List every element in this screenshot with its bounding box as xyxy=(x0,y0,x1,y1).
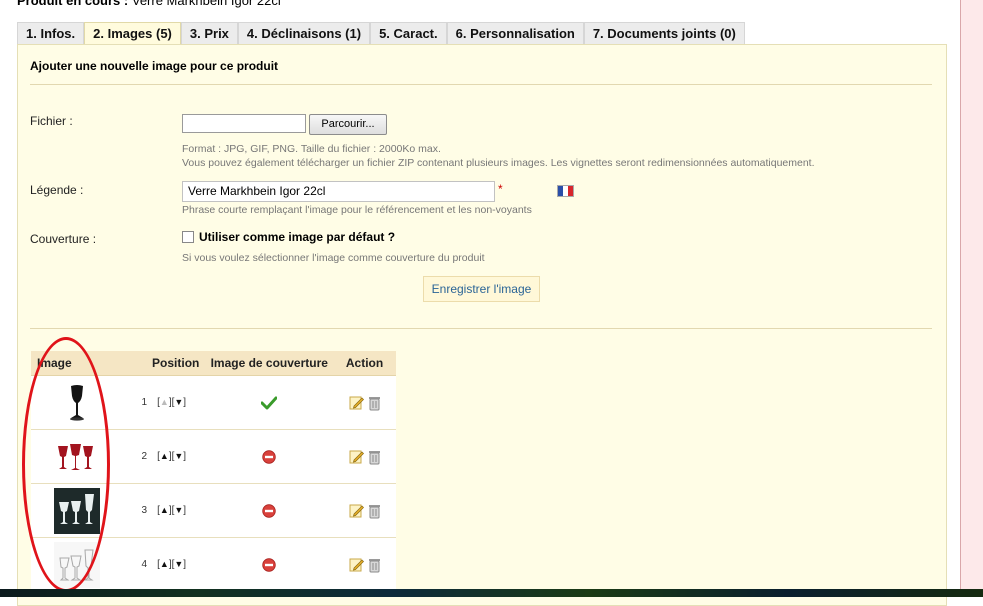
move-up-icon[interactable]: ▲ xyxy=(160,451,169,461)
trash-icon[interactable] xyxy=(368,557,381,573)
bracket: ] xyxy=(183,505,187,516)
pencil-icon[interactable] xyxy=(349,557,364,572)
image-cell xyxy=(31,429,123,484)
section-title: Ajouter une nouvelle image pour ce produ… xyxy=(30,59,279,73)
trash-icon[interactable] xyxy=(368,449,381,465)
header-position: Position xyxy=(122,351,206,376)
tab-caract[interactable]: 5. Caract. xyxy=(370,22,447,44)
legend-input[interactable]: Verre Markhbein Igor 22cl xyxy=(182,181,495,202)
position-number: 1 xyxy=(141,397,148,408)
right-margin-strip xyxy=(960,0,983,597)
images-panel: Ajouter une nouvelle image pour ce produ… xyxy=(17,44,947,606)
move-down-icon[interactable]: ▼ xyxy=(174,451,183,461)
bracket: ] xyxy=(183,397,187,408)
image-cell xyxy=(31,483,123,538)
thumbnail-red-glasses[interactable] xyxy=(53,433,100,480)
thumbnail-black-glass[interactable] xyxy=(53,379,100,426)
image-cell xyxy=(31,537,123,592)
trash-icon[interactable] xyxy=(368,395,381,411)
position-cell: 1 [▲][▼] xyxy=(122,375,206,430)
header-action: Action xyxy=(333,351,396,376)
product-tabs: 1. Infos. 2. Images (5) 3. Prix 4. Décli… xyxy=(17,22,745,45)
legend-label: Légende : xyxy=(30,183,84,197)
position-cell: 3 [▲][▼] xyxy=(122,483,206,538)
move-up-icon[interactable]: ▲ xyxy=(160,505,169,515)
no-entry-icon[interactable] xyxy=(262,558,276,572)
bracket: ] xyxy=(183,451,187,462)
image-cell xyxy=(31,375,123,430)
no-entry-icon[interactable] xyxy=(262,450,276,464)
position-cell: 4 [▲][▼] xyxy=(122,537,206,592)
table-row: 4 [▲][▼] xyxy=(31,537,396,592)
check-icon xyxy=(260,396,278,410)
desktop-background-strip xyxy=(0,589,983,597)
action-cell xyxy=(333,429,396,484)
browse-button[interactable]: Parcourir... xyxy=(309,114,387,135)
flag-fr-icon[interactable] xyxy=(557,185,574,197)
pencil-icon[interactable] xyxy=(349,395,364,410)
tab-declinaisons[interactable]: 4. Déclinaisons (1) xyxy=(237,22,371,44)
required-mark: * xyxy=(498,182,503,196)
tab-prix[interactable]: 3. Prix xyxy=(180,22,238,44)
move-down-icon[interactable]: ▼ xyxy=(174,397,183,407)
table-row: 1 [▲][▼] xyxy=(31,375,396,430)
file-hint-zip: Vous pouvez également télécharger un fic… xyxy=(182,157,815,169)
action-cell xyxy=(333,537,396,592)
current-product-label: Produit en cours : xyxy=(17,0,129,8)
move-up-icon[interactable]: ▲ xyxy=(160,559,169,569)
divider xyxy=(30,328,932,329)
move-down-icon[interactable]: ▼ xyxy=(174,559,183,569)
file-hint-format: Format : JPG, GIF, PNG. Taille du fichie… xyxy=(182,143,441,155)
move-up-icon: ▲ xyxy=(159,397,169,407)
table-row: 2 [▲][▼] xyxy=(31,429,396,484)
images-table: Image Position Image de couverture Actio… xyxy=(31,351,396,592)
position-number: 4 xyxy=(141,559,148,570)
cover-cell xyxy=(205,429,334,484)
tab-images[interactable]: 2. Images (5) xyxy=(84,22,181,45)
tab-infos[interactable]: 1. Infos. xyxy=(17,22,85,44)
divider xyxy=(30,84,932,85)
pencil-icon[interactable] xyxy=(349,449,364,464)
current-product-name: Verre Markhbein Igor 22cl xyxy=(131,0,281,8)
trash-icon[interactable] xyxy=(368,503,381,519)
cover-cell xyxy=(205,483,334,538)
action-cell xyxy=(333,483,396,538)
header-cover: Image de couverture xyxy=(205,351,334,376)
current-product: Produit en cours : Verre Markhbein Igor … xyxy=(17,0,281,8)
cover-checkbox-label[interactable]: Utiliser comme image par défaut ? xyxy=(199,230,395,244)
move-down-icon[interactable]: ▼ xyxy=(174,505,183,515)
tab-personnalisation[interactable]: 6. Personnalisation xyxy=(446,22,584,44)
legend-hint: Phrase courte remplaçant l'image pour le… xyxy=(182,204,532,216)
action-cell xyxy=(333,375,396,430)
table-header-row: Image Position Image de couverture Actio… xyxy=(31,351,396,376)
cover-cell xyxy=(205,375,334,430)
cover-checkbox[interactable] xyxy=(182,231,194,243)
header-image: Image xyxy=(31,351,123,376)
table-row: 3 [▲][▼] xyxy=(31,483,396,538)
cover-label: Couverture : xyxy=(30,232,97,246)
position-cell: 2 [▲][▼] xyxy=(122,429,206,484)
position-number: 2 xyxy=(141,451,148,462)
pencil-icon[interactable] xyxy=(349,503,364,518)
cover-cell xyxy=(205,537,334,592)
bracket: ] xyxy=(183,559,187,570)
file-label: Fichier : xyxy=(30,114,73,128)
tab-documents-joints[interactable]: 7. Documents joints (0) xyxy=(583,22,745,44)
no-entry-icon[interactable] xyxy=(262,504,276,518)
thumbnail-clear-glasses-dark[interactable] xyxy=(53,487,100,534)
save-image-button[interactable]: Enregistrer l'image xyxy=(423,276,540,302)
cover-hint: Si vous voulez sélectionner l'image comm… xyxy=(182,252,485,264)
position-number: 3 xyxy=(141,505,148,516)
thumbnail-clear-glasses-light[interactable] xyxy=(53,541,100,588)
file-input[interactable] xyxy=(182,114,306,133)
